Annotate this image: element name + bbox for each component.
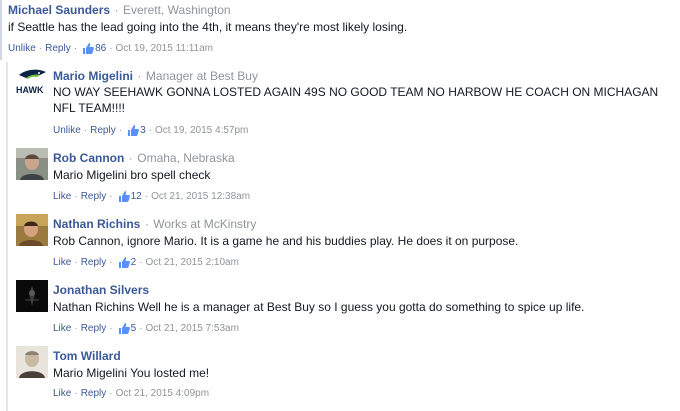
comment-actions: Like · Reply · 5 · Oct 21, 2015 7:53am [53,323,239,334]
unlike-link[interactable]: Unlike [8,43,36,54]
reply-link[interactable]: Reply [90,125,116,136]
reply-thread-line [6,62,8,411]
separator: · [74,323,78,334]
separator: · [144,191,149,202]
like-count[interactable]: 12 [131,191,142,202]
profile-photo-icon [16,346,48,378]
meta-separator: · [128,151,133,165]
comment-header: Mario Migelini · Manager at Best Buy [53,67,258,85]
thumbs-up-icon [83,43,94,54]
comment-text: Nathan Richins Well he is a manager at B… [53,300,585,314]
seahawks-logo-icon: HAWK [16,66,48,98]
thread-line [0,0,2,60]
separator: · [74,257,78,268]
separator: · [38,43,43,54]
separator: · [73,43,78,54]
comment-actions: Like · Reply · Oct 21, 2015 4:09pm [53,388,209,399]
comment-text: Rob Cannon, ignore Mario. It is a game h… [53,234,519,248]
separator: · [74,388,78,399]
separator: · [118,125,123,136]
comment-text: NO WAY SEEHAWK GONNA LOSTED AGAIN 49S NO… [53,85,659,115]
avatar[interactable] [16,346,48,378]
comment-header: Nathan Richins · Works at McKinstry [53,215,256,233]
avatar[interactable]: HAWK [16,66,48,98]
like-link[interactable]: Like [53,191,71,202]
timestamp[interactable]: Oct 19, 2015 11:11am [116,43,213,54]
separator: · [139,323,143,334]
timestamp[interactable]: Oct 21, 2015 2:10am [146,257,239,268]
reply-link[interactable]: Reply [81,191,107,202]
like-count[interactable]: 86 [95,43,106,54]
author-name[interactable]: Jonathan Silvers [53,283,149,297]
avatar[interactable] [16,280,48,312]
comment-text: Mario Migelini bro spell check [53,168,211,182]
timestamp[interactable]: Oct 19, 2015 4:57pm [155,125,248,136]
separator: · [139,257,143,268]
comment-text: Mario Migelini You losted me! [53,366,210,380]
author-name[interactable]: Rob Cannon [53,151,124,165]
separator: · [109,43,113,54]
thumbs-up-icon [128,125,139,136]
separator: · [109,257,113,268]
avatar-lettering: HAWK [16,85,44,95]
like-link[interactable]: Like [53,323,71,334]
unlike-link[interactable]: Unlike [53,125,81,136]
comment-header: Michael Saunders · Everett, Washington [8,1,231,19]
thumbs-up-icon [118,191,130,202]
separator: · [148,125,152,136]
comment-actions: Like · Reply · 2 · Oct 21, 2015 2:10am [53,257,239,268]
comment-actions: Like · Reply · 12 · Oct 21, 2015 12:38am [53,191,250,202]
author-name[interactable]: Mario Migelini [53,69,133,83]
avatar[interactable] [16,214,48,246]
like-link[interactable]: Like [53,388,71,399]
author-meta: Works at McKinstry [153,217,257,231]
author-meta: Everett, Washington [122,3,231,17]
author-name[interactable]: Michael Saunders [8,3,110,17]
timestamp[interactable]: Oct 21, 2015 7:53am [146,323,239,334]
like-count[interactable]: 2 [131,257,137,268]
author-name[interactable]: Nathan Richins [53,217,140,231]
author-meta: Omaha, Nebraska [137,151,235,165]
comment-actions: Unlike · Reply · 3 · Oct 19, 2015 4:57pm [53,125,248,136]
reply-link[interactable]: Reply [81,388,107,399]
timestamp[interactable]: Oct 21, 2015 4:09pm [116,388,209,399]
profile-photo-icon [16,214,48,246]
thumbs-up-icon [118,257,130,268]
reply-link[interactable]: Reply [81,323,107,334]
like-link[interactable]: Like [53,257,71,268]
meta-separator: · [114,3,119,17]
profile-photo-icon [16,280,48,312]
comment-header: Jonathan Silvers [53,281,149,299]
meta-separator: · [137,69,142,83]
comment-text: if Seattle has the lead going into the 4… [8,20,408,34]
thumbs-up-icon [118,323,130,334]
reply-link[interactable]: Reply [45,43,71,54]
profile-photo-icon [16,148,48,180]
reply-link[interactable]: Reply [81,257,107,268]
meta-separator: · [144,217,149,231]
separator: · [74,191,78,202]
comment-header: Tom Willard [53,347,121,365]
separator: · [109,191,113,202]
author-name[interactable]: Tom Willard [53,349,121,363]
comment-actions: Unlike · Reply · 86 · Oct 19, 2015 11:11… [8,43,213,54]
author-meta: Manager at Best Buy [145,69,258,83]
avatar[interactable] [16,148,48,180]
comment-header: Rob Cannon · Omaha, Nebraska [53,149,235,167]
separator: · [109,388,113,399]
separator: · [109,323,113,334]
separator: · [83,125,88,136]
like-count[interactable]: 5 [131,323,137,334]
timestamp[interactable]: Oct 21, 2015 12:38am [151,191,250,202]
like-count[interactable]: 3 [140,125,146,136]
